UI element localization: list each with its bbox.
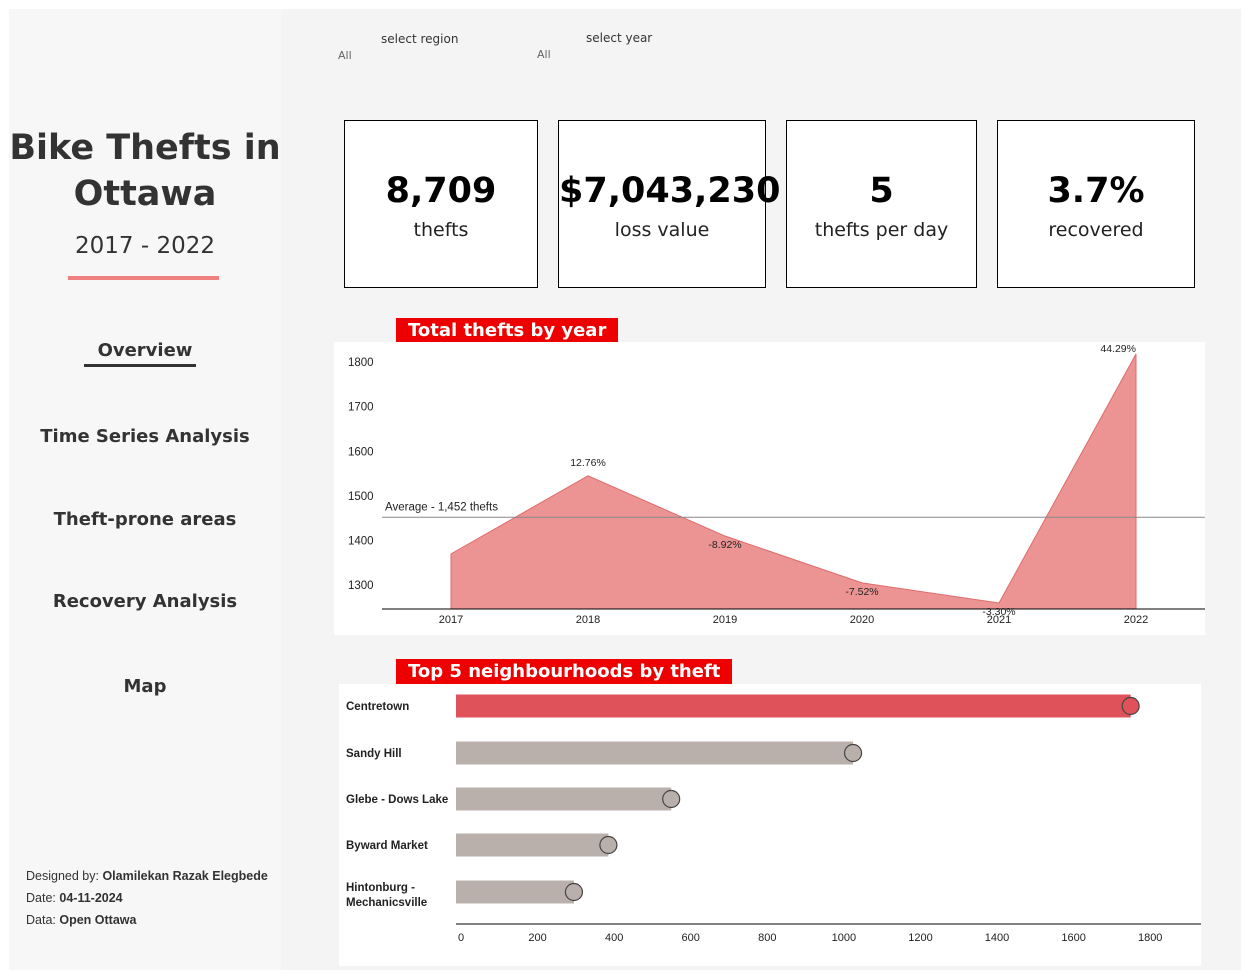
- kpi-thefts-label: thefts: [413, 219, 469, 241]
- bar: [456, 787, 672, 811]
- x-tick-label: 400: [605, 932, 623, 944]
- year-filter[interactable]: All: [537, 48, 551, 61]
- kpi-loss-value-label: loss value: [614, 219, 710, 241]
- credit-designer: Designed by: Olamilekan Razak Elegbede: [26, 869, 268, 883]
- category-label: Sandy Hill: [346, 748, 402, 760]
- y-tick-label: 1600: [348, 446, 374, 458]
- bar-end-marker: [599, 835, 618, 855]
- kpi-thefts: 8,709 thefts: [344, 120, 538, 288]
- y-tick-label: 1300: [348, 580, 374, 592]
- y-tick-label: 1500: [348, 491, 374, 503]
- kpi-loss-value-value: $7,043,230: [559, 171, 781, 211]
- bar-chart-panel: Centretown Sandy Hill Glebe - Dows Lake Byw…: [339, 684, 1201, 966]
- area-chart-panel: Average - 1,452 thefts 1300 1400 1500 1600 17…: [334, 342, 1205, 635]
- data-label: -8.92%: [708, 539, 741, 551]
- sidebar: Bike Thefts in Ottawa 2017 - 2022 Overvi…: [9, 9, 281, 970]
- dashboard-title: Bike Thefts in Ottawa: [9, 125, 281, 217]
- x-tick-label: 2020: [850, 614, 874, 626]
- y-tick-label: 1400: [348, 535, 374, 547]
- kpi-thefts-per-day-value: 5: [869, 171, 894, 211]
- year-range: 2017 - 2022: [75, 233, 215, 259]
- nav-map[interactable]: Map: [9, 676, 281, 697]
- average-reference-label: Average - 1,452 thefts: [385, 501, 498, 513]
- x-tick-label: 2019: [713, 614, 737, 626]
- category-label: Hintonburg -Mechanicsville: [346, 882, 427, 909]
- y-tick-label: 1700: [348, 402, 374, 414]
- nav-recovery-analysis[interactable]: Recovery Analysis: [9, 591, 281, 612]
- nav-theft-prone-areas[interactable]: Theft-prone areas: [9, 509, 281, 530]
- region-filter[interactable]: All: [338, 49, 352, 62]
- data-label: -3.30%: [982, 606, 1015, 618]
- x-tick-label: 200: [528, 932, 546, 944]
- category-label: Glebe - Dows Lake: [346, 794, 448, 806]
- credits: Designed by: Olamilekan Razak Elegbede D…: [26, 865, 268, 931]
- area-chart-title: Total thefts by year: [396, 318, 619, 344]
- bar-end-marker: [662, 789, 681, 809]
- x-tick-label: 1200: [908, 932, 932, 944]
- kpi-recovered: 3.7% recovered: [997, 120, 1195, 288]
- data-label: 44.29%: [1100, 343, 1136, 355]
- bar: [456, 694, 1131, 718]
- kpi-recovered-label: recovered: [1048, 219, 1144, 241]
- x-tick-label: 1400: [985, 932, 1009, 944]
- credit-data-source: Data: Open Ottawa: [26, 913, 137, 927]
- y-tick-label: 1800: [348, 357, 374, 369]
- kpi-thefts-per-day: 5 thefts per day: [786, 120, 977, 288]
- title-line-1: Bike Thefts in: [9, 128, 281, 168]
- kpi-thefts-value: 8,709: [385, 171, 497, 211]
- region-filter-label: select region: [381, 32, 459, 46]
- title-line-2: Ottawa: [73, 174, 217, 214]
- bar-end-marker: [564, 882, 584, 902]
- year-filter-label: select year: [586, 31, 653, 45]
- area-series: [450, 353, 1137, 610]
- x-tick-label: 1600: [1061, 932, 1085, 944]
- bar: [456, 741, 854, 765]
- bar: [456, 833, 609, 857]
- x-tick-label: 0: [458, 932, 464, 944]
- category-label: Byward Market: [346, 840, 428, 852]
- x-tick-label: 2018: [576, 614, 600, 626]
- kpi-recovered-value: 3.7%: [1047, 171, 1145, 211]
- x-tick-label: 2022: [1124, 614, 1148, 626]
- bar: [456, 880, 574, 904]
- category-label: Centretown: [346, 701, 409, 713]
- bar-end-marker: [1121, 696, 1140, 716]
- bar-chart: Centretown Sandy Hill Glebe - Dows Lake Byw…: [346, 694, 1201, 944]
- x-tick-label: 1800: [1138, 932, 1162, 944]
- bar-chart-title: Top 5 neighbourhoods by theft: [396, 659, 733, 685]
- nav-time-series-analysis[interactable]: Time Series Analysis: [9, 426, 281, 447]
- year-range-underline: [68, 276, 219, 280]
- nav-overview[interactable]: Overview: [9, 340, 281, 361]
- kpi-thefts-per-day-label: thefts per day: [814, 219, 949, 241]
- x-tick-label: 2017: [439, 614, 463, 626]
- data-label: -7.52%: [845, 586, 878, 598]
- credit-date: Date: 04-11-2024: [26, 891, 123, 905]
- x-tick-label: 800: [758, 932, 776, 944]
- x-tick-label: 600: [682, 932, 700, 944]
- nav-active-indicator: [84, 364, 196, 367]
- bar-end-marker: [843, 743, 863, 763]
- x-tick-label: 1000: [832, 932, 856, 944]
- main-panel: select region All select year All 8,709 …: [281, 9, 1241, 970]
- kpi-loss-value: $7,043,230 loss value: [558, 120, 781, 288]
- area-chart: Average - 1,452 thefts 1300 1400 1500 1600 17…: [348, 343, 1205, 626]
- data-label: 12.76%: [570, 457, 606, 469]
